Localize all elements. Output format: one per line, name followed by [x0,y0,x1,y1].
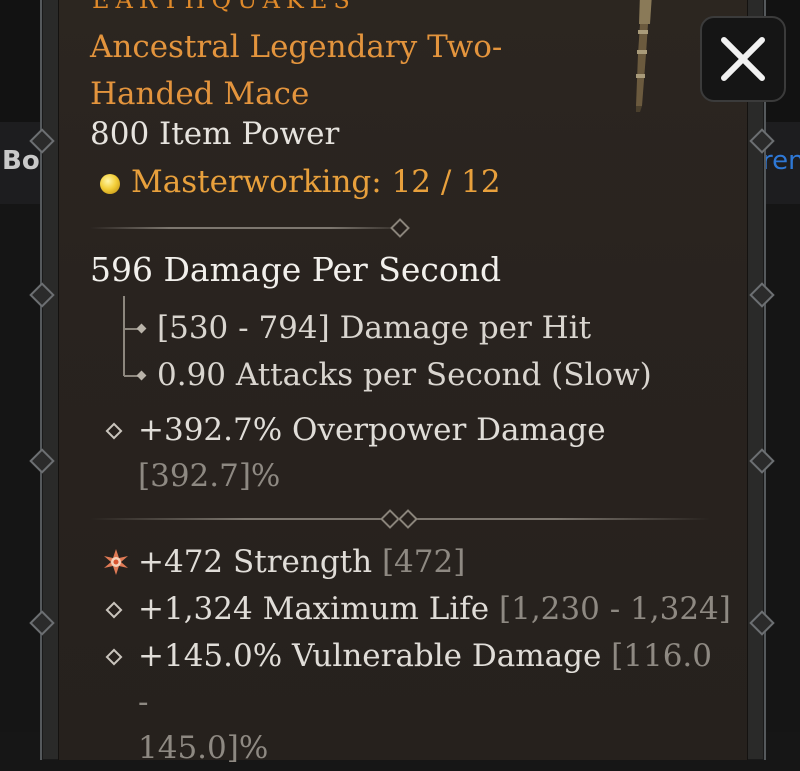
affix-value: +1,324 Maximum Life [138,591,490,627]
affix-range: [472] [381,544,466,580]
item-type-line: Ancestral Legendary Two-Handed Mace [90,29,503,112]
background-left-label: Bo [2,146,40,176]
item-name: EARTHQUAKES [92,0,356,14]
close-icon [721,37,765,81]
implicit-affix-value: +392.7% Overpower Damage [138,412,606,448]
affix-maximum-life: +1,324 Maximum Life [1,230 - 1,324] [138,586,731,632]
affix-value: +145.0% Vulnerable Damage [138,638,602,674]
mace-icon [636,0,652,112]
affix-range-continued: 145.0]% [138,730,269,766]
background-right-link[interactable]: ren [762,146,800,176]
affix-value: +472 Strength [138,544,373,580]
greater-affix-star-icon [104,549,128,575]
affix-vulnerable-damage: +145.0% Vulnerable Damage [116.0 - 145.0… [138,633,718,771]
masterwork-orb-icon [100,174,120,194]
stat-tree-line [123,296,125,376]
affix-strength: +472 Strength [472] [138,539,465,585]
section-divider [90,227,410,229]
damage-per-second: 596 Damage Per Second [90,250,502,289]
attack-speed: 0.90 Attacks per Second (Slow) [157,357,652,393]
damage-per-hit: [530 - 794] Damage per Hit [157,310,592,346]
implicit-affix: +392.7% Overpower Damage [392.7]% [138,407,698,499]
item-power: 800 Item Power [90,116,340,152]
affix-range: [1,230 - 1,324] [499,591,731,627]
close-button[interactable] [700,16,786,102]
masterworking-level: Masterworking: 12 / 12 [131,164,501,200]
implicit-affix-range: [392.7]% [138,458,281,494]
